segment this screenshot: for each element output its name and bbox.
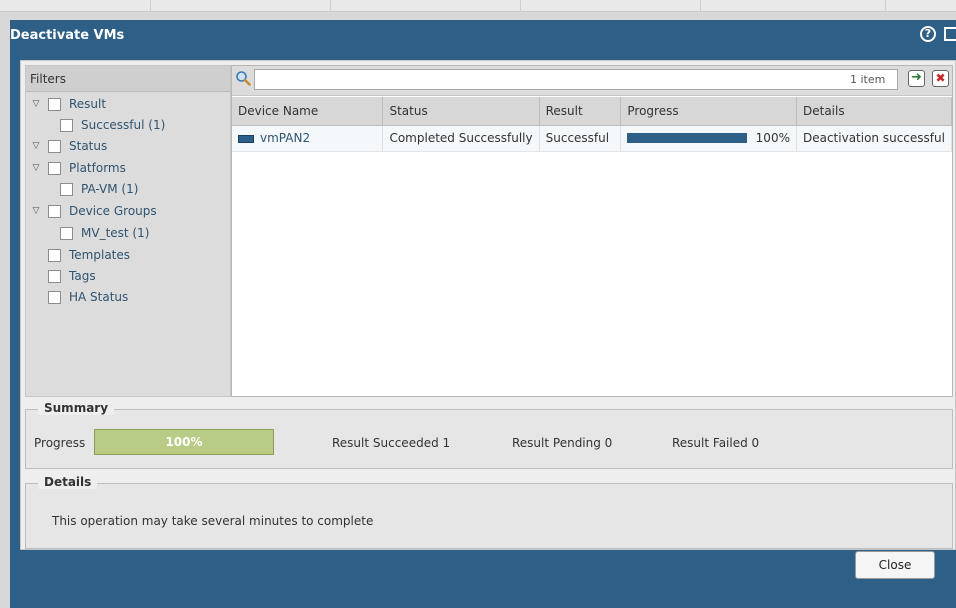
device-name-cell: vmPAN2: [232, 125, 384, 152]
column-result[interactable]: Result: [539, 97, 622, 126]
filter-checkbox[interactable]: [48, 139, 61, 153]
filters-header: Filters: [26, 66, 230, 92]
background-toolbar-strip: [0, 0, 956, 12]
close-button[interactable]: Close: [855, 551, 935, 579]
filter-checkbox[interactable]: [48, 97, 61, 111]
apply-filter-icon[interactable]: ➜: [908, 70, 925, 87]
clear-filter-icon[interactable]: ✖: [932, 70, 949, 87]
triangle-down-icon[interactable]: ▽: [30, 99, 42, 109]
dialog-body: Filters ▽ Result Successful (1) ▽ Status ▽ Pla…: [20, 60, 956, 550]
filter-item-label: PA-VM (1): [81, 182, 139, 196]
search-icon: [236, 71, 251, 86]
filter-item[interactable]: Tags: [42, 266, 96, 286]
filter-item-label: Result: [69, 97, 107, 111]
filters-panel: Filters ▽ Result Successful (1) ▽ Status ▽ Pla…: [25, 65, 231, 397]
maximize-icon[interactable]: [944, 27, 956, 41]
device-icon: [238, 134, 254, 143]
row-progress-label: 100%: [755, 131, 790, 145]
filter-item[interactable]: ▽ Device Groups: [30, 201, 157, 221]
column-status[interactable]: Status: [382, 97, 540, 126]
column-details[interactable]: Details: [796, 97, 953, 126]
filter-item-label: Tags: [69, 269, 96, 283]
summary-section: Summary Progress 100% Result Succeeded 1…: [25, 401, 953, 469]
filter-checkbox[interactable]: [60, 226, 73, 240]
details-message: This operation may take several minutes …: [52, 514, 374, 528]
result-failed: Result Failed 0: [672, 436, 760, 450]
details-legend: Details: [38, 475, 98, 489]
filter-item[interactable]: Templates: [42, 245, 130, 265]
device-name: vmPAN2: [260, 131, 311, 145]
filter-checkbox[interactable]: [48, 290, 61, 304]
table-header-row: Device Name Status Result Progress Detai…: [232, 97, 953, 126]
filter-item-label: MV_test (1): [81, 226, 150, 240]
filter-item[interactable]: ▽ Status: [30, 136, 108, 156]
progress-cell: 100%: [620, 125, 797, 152]
triangle-down-icon[interactable]: ▽: [30, 206, 42, 216]
filter-item-label: Templates: [69, 248, 131, 262]
summary-progress-text: 100%: [165, 435, 203, 449]
search-input[interactable]: [254, 69, 898, 90]
column-progress[interactable]: Progress: [620, 97, 797, 126]
filter-item[interactable]: ▽ Platforms: [30, 158, 126, 178]
dialog-title: Deactivate VMs: [10, 28, 125, 43]
filter-item[interactable]: PA-VM (1): [54, 179, 138, 199]
details-cell: Deactivation successful: [796, 125, 953, 152]
item-count: 1 item: [850, 73, 886, 86]
result-succeeded: Result Succeeded 1: [332, 436, 451, 450]
filter-checkbox[interactable]: [48, 161, 61, 175]
filter-item-label: Platforms: [69, 161, 126, 175]
filter-item-label: Device Groups: [69, 204, 157, 218]
filter-item[interactable]: HA Status: [42, 287, 128, 307]
result-cell: Successful: [539, 125, 622, 152]
filter-item[interactable]: MV_test (1): [54, 223, 149, 243]
filter-item[interactable]: ▽ Result: [30, 94, 107, 114]
devices-pane: 1 item ➜ ✖ Device Name Status Result Pro…: [231, 65, 953, 397]
filter-item[interactable]: Successful (1): [54, 115, 165, 135]
row-progress-fill: [628, 134, 747, 142]
search-bar: 1 item ➜ ✖: [232, 66, 952, 96]
filter-checkbox[interactable]: [48, 248, 61, 262]
row-progress-bar: [627, 133, 748, 143]
triangle-down-icon[interactable]: ▽: [30, 141, 42, 151]
dialog-title-bar: Deactivate VMs ?: [10, 20, 956, 54]
filter-item-label: Status: [69, 139, 108, 153]
details-section: Details This operation may take several …: [25, 475, 953, 549]
help-icon[interactable]: ?: [920, 26, 936, 42]
filter-checkbox[interactable]: [60, 182, 73, 196]
filter-item-label: Successful (1): [81, 118, 166, 132]
filter-item-label: HA Status: [69, 290, 129, 304]
devices-table: Device Name Status Result Progress Detai…: [232, 97, 953, 152]
column-device-name[interactable]: Device Name: [232, 97, 384, 126]
summary-progress-label: Progress: [34, 436, 86, 450]
table-row[interactable]: vmPAN2 Completed Successfully Successful…: [232, 125, 953, 152]
status-cell: Completed Successfully: [382, 125, 540, 152]
filter-checkbox[interactable]: [48, 269, 61, 283]
filter-checkbox[interactable]: [48, 204, 61, 218]
triangle-down-icon[interactable]: ▽: [30, 163, 42, 173]
deactivate-vms-dialog: Deactivate VMs ? Filters ▽ Result Successf…: [10, 20, 956, 608]
summary-progress-bar: 100%: [94, 429, 274, 455]
filter-checkbox[interactable]: [60, 118, 73, 132]
summary-legend: Summary: [38, 401, 115, 415]
result-pending: Result Pending 0: [512, 436, 613, 450]
